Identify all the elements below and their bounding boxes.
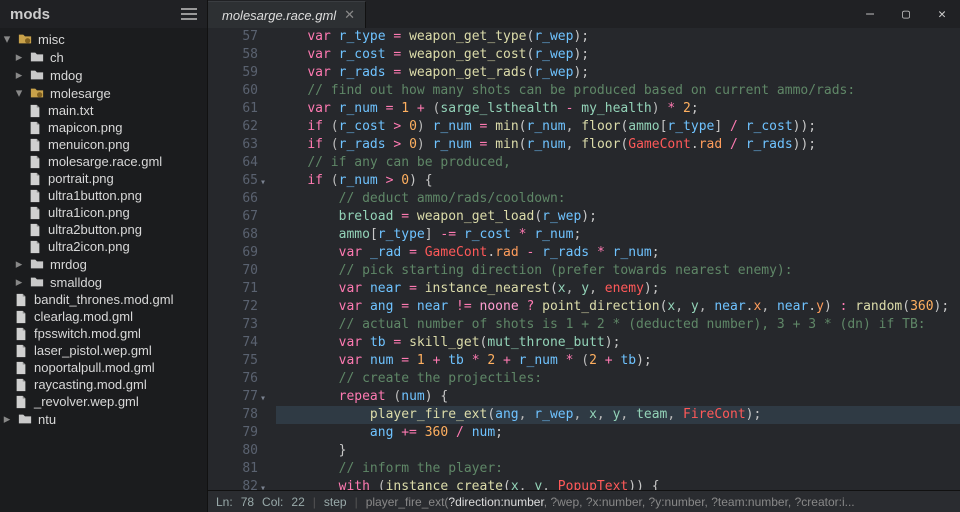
folder-icon: [30, 257, 44, 271]
file-icon: [14, 395, 28, 409]
tree-item-label: smalldog: [50, 275, 102, 290]
sidebar-header: mods: [0, 0, 208, 28]
tab-molesarge-race[interactable]: molesarge.race.gml ✕: [208, 1, 366, 28]
tree-item-main-txt[interactable]: main.txt: [0, 102, 207, 119]
folder-icon: [30, 68, 44, 82]
caret-icon: ▸: [14, 49, 24, 65]
file-icon: [28, 189, 42, 203]
tree-item-clearlag-mod-gml[interactable]: clearlag.mod.gml: [0, 308, 207, 325]
tree-item-label: molesarge: [50, 86, 111, 101]
file-icon: [28, 240, 42, 254]
tree-item-raycasting-mod-gml[interactable]: raycasting.mod.gml: [0, 376, 207, 393]
file-icon: [28, 121, 42, 135]
tree-item-misc[interactable]: ▾ misc: [0, 30, 207, 48]
menu-icon[interactable]: [181, 8, 197, 20]
tree-item-portrait-png[interactable]: portrait.png: [0, 170, 207, 187]
tree-item-ch[interactable]: ▸ ch: [0, 48, 207, 66]
folder-icon: [30, 50, 44, 64]
file-icon: [28, 155, 42, 169]
tree-item-ultra1button-png[interactable]: ultra1button.png: [0, 187, 207, 204]
tree-item-smalldog[interactable]: ▸ smalldog: [0, 273, 207, 291]
file-icon: [14, 327, 28, 341]
file-tree[interactable]: ▾ misc ▸ ch ▸ mdog ▾ molesarge main.txt mapicon.p…: [0, 28, 208, 512]
folder-icon: [30, 86, 44, 100]
tree-item--revolver-wep-gml[interactable]: _revolver.wep.gml: [0, 393, 207, 410]
file-icon: [28, 172, 42, 186]
tree-item-molesarge[interactable]: ▾ molesarge: [0, 84, 207, 102]
tree-item-label: ultra2button.png: [48, 222, 142, 237]
tree-item-label: fpsswitch.mod.gml: [34, 326, 141, 341]
tree-item-label: bandit_thrones.mod.gml: [34, 292, 173, 307]
tree-item-label: raycasting.mod.gml: [34, 377, 147, 392]
minimize-button[interactable]: ─: [852, 0, 888, 28]
close-icon[interactable]: ✕: [344, 7, 355, 23]
file-icon: [14, 361, 28, 375]
tree-item-bandit-thrones-mod-gml[interactable]: bandit_thrones.mod.gml: [0, 291, 207, 308]
status-col-label: Col:: [262, 495, 283, 509]
tab-bar: molesarge.race.gml ✕ ─ ▢ ✕: [208, 0, 960, 28]
file-icon: [14, 293, 28, 307]
status-context: step: [324, 495, 347, 509]
tree-item-mdog[interactable]: ▸ mdog: [0, 66, 207, 84]
file-icon: [28, 138, 42, 152]
file-icon: [28, 206, 42, 220]
tree-item-label: ultra1button.png: [48, 188, 142, 203]
tree-item-label: ch: [50, 50, 64, 65]
status-ln-label: Ln:: [216, 495, 233, 509]
tree-item-molesarge-race-gml[interactable]: molesarge.race.gml: [0, 153, 207, 170]
tree-item-label: mdog: [50, 68, 83, 83]
sidebar-title: mods: [10, 6, 50, 23]
tree-item-noportalpull-mod-gml[interactable]: noportalpull.mod.gml: [0, 359, 207, 376]
caret-icon: ▾: [2, 31, 12, 47]
tree-item-label: mrdog: [50, 257, 87, 272]
tree-item-ntu[interactable]: ▸ ntu: [0, 410, 207, 428]
tree-item-label: laser_pistol.wep.gml: [34, 343, 152, 358]
tree-item-ultra2button-png[interactable]: ultra2button.png: [0, 221, 207, 238]
file-icon: [28, 104, 42, 118]
caret-icon: ▸: [2, 411, 12, 427]
status-hint: player_fire_ext(?direction:number, ?wep,…: [366, 495, 855, 509]
tree-item-fpsswitch-mod-gml[interactable]: fpsswitch.mod.gml: [0, 325, 207, 342]
tree-item-label: menuicon.png: [48, 137, 130, 152]
file-icon: [14, 378, 28, 392]
line-gutter: 575859606162636465▾666768697071727374757…: [208, 28, 268, 490]
folder-icon: [30, 275, 44, 289]
tree-item-ultra1icon-png[interactable]: ultra1icon.png: [0, 204, 207, 221]
tree-item-label: mapicon.png: [48, 120, 122, 135]
tab-label: molesarge.race.gml: [222, 8, 336, 23]
maximize-button[interactable]: ▢: [888, 0, 924, 28]
caret-icon: ▾: [14, 85, 24, 101]
caret-icon: ▸: [14, 274, 24, 290]
tree-item-label: molesarge.race.gml: [48, 154, 162, 169]
file-icon: [14, 310, 28, 324]
caret-icon: ▸: [14, 256, 24, 272]
close-button[interactable]: ✕: [924, 0, 960, 28]
code-editor[interactable]: var r_type = weapon_get_type(r_wep); var…: [268, 28, 960, 490]
tree-item-label: _revolver.wep.gml: [34, 394, 139, 409]
tree-item-label: main.txt: [48, 103, 94, 118]
tree-item-label: ntu: [38, 412, 56, 427]
status-ln: 78: [241, 495, 254, 509]
caret-icon: ▸: [14, 67, 24, 83]
tree-item-label: ultra1icon.png: [48, 205, 130, 220]
file-icon: [28, 223, 42, 237]
tree-item-label: noportalpull.mod.gml: [34, 360, 155, 375]
status-col: 22: [291, 495, 304, 509]
tree-item-label: ultra2icon.png: [48, 239, 130, 254]
tree-item-mrdog[interactable]: ▸ mrdog: [0, 255, 207, 273]
tree-item-label: misc: [38, 32, 65, 47]
status-bar: Ln: 78 Col: 22 | step | player_fire_ext(…: [208, 490, 960, 512]
tree-item-label: portrait.png: [48, 171, 114, 186]
folder-icon: [18, 412, 32, 426]
tree-item-ultra2icon-png[interactable]: ultra2icon.png: [0, 238, 207, 255]
tree-item-mapicon-png[interactable]: mapicon.png: [0, 119, 207, 136]
tree-item-laser-pistol-wep-gml[interactable]: laser_pistol.wep.gml: [0, 342, 207, 359]
file-icon: [14, 344, 28, 358]
tree-item-menuicon-png[interactable]: menuicon.png: [0, 136, 207, 153]
tree-item-label: clearlag.mod.gml: [34, 309, 133, 324]
folder-icon: [18, 32, 32, 46]
